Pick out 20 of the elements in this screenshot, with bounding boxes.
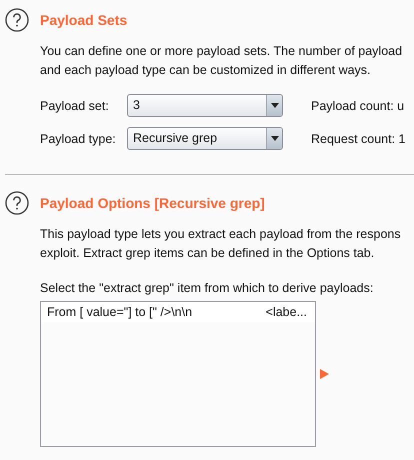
description-text: exploit. Extract grep items can be defined in the Options tab. <box>40 245 376 262</box>
caret-icon <box>270 136 278 141</box>
field-label: Payload type: <box>40 132 117 146</box>
help-icon[interactable] <box>5 191 29 215</box>
list-box[interactable]: From [ value="] to [" />\n\n <labe... <box>40 301 316 447</box>
description-text: and each payload type can be customized in different ways. <box>40 62 372 79</box>
dropdown[interactable]: Recursive grep <box>127 127 283 150</box>
expand-arrow-icon[interactable] <box>320 369 329 379</box>
section-title: Payload Options [Recursive grep] <box>40 195 265 211</box>
description-text: This payload type lets you extract each payload from the respons <box>40 226 402 243</box>
description-text: You can define one or more payload sets. The number of payload <box>40 43 404 60</box>
prompt-text: Select the "extract grep" item from which to derive payloads: <box>40 280 374 297</box>
section-title: Payload Sets <box>40 12 128 28</box>
caret-icon <box>270 103 278 108</box>
list-item[interactable]: From [ value="] to [" />\n\n <labe... <box>41 302 315 322</box>
count-text: Request count: 1 <box>311 132 406 146</box>
count-text: Payload count: u <box>311 98 404 112</box>
help-icon[interactable] <box>5 8 29 32</box>
field-label: Payload set: <box>40 98 110 112</box>
dropdown[interactable]: 3 <box>127 94 283 117</box>
